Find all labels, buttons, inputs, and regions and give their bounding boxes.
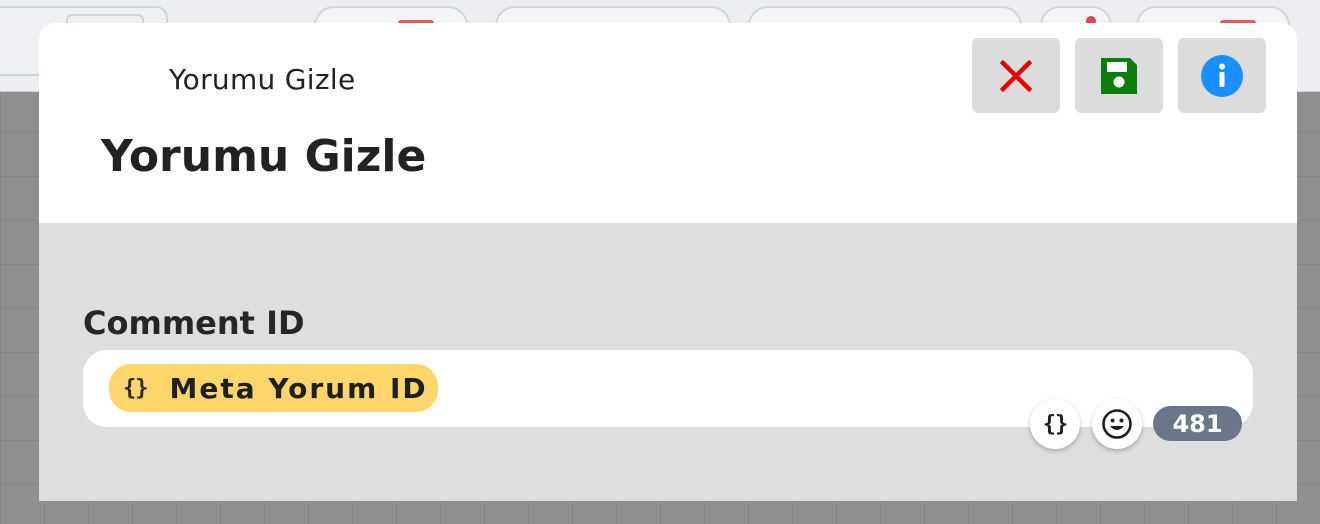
modal-header: Yorumu Gizle Yorumu Gizle xyxy=(39,23,1297,223)
braces-icon: {} xyxy=(1042,411,1068,437)
braces-icon: {} xyxy=(123,375,148,401)
save-icon xyxy=(1101,57,1137,94)
close-button[interactable] xyxy=(972,38,1060,113)
modal-small-title: Yorumu Gizle xyxy=(169,63,356,96)
save-button[interactable] xyxy=(1075,38,1163,113)
close-icon xyxy=(999,59,1033,92)
insert-variable-button[interactable]: {} xyxy=(1030,399,1080,449)
variable-chip-label: Meta Yorum ID xyxy=(169,371,428,405)
modal-title: Yorumu Gizle xyxy=(101,131,427,182)
character-count-badge: 481 xyxy=(1153,406,1242,441)
comment-id-label: Comment ID xyxy=(83,304,305,342)
hide-comment-modal: Yorumu Gizle Yorumu Gizle Comment ID {} xyxy=(39,23,1297,501)
emoji-icon xyxy=(1102,409,1132,439)
info-button[interactable] xyxy=(1178,38,1266,113)
insert-emoji-button[interactable] xyxy=(1092,399,1142,449)
variable-chip[interactable]: {} Meta Yorum ID xyxy=(109,364,438,412)
info-icon xyxy=(1201,54,1243,97)
